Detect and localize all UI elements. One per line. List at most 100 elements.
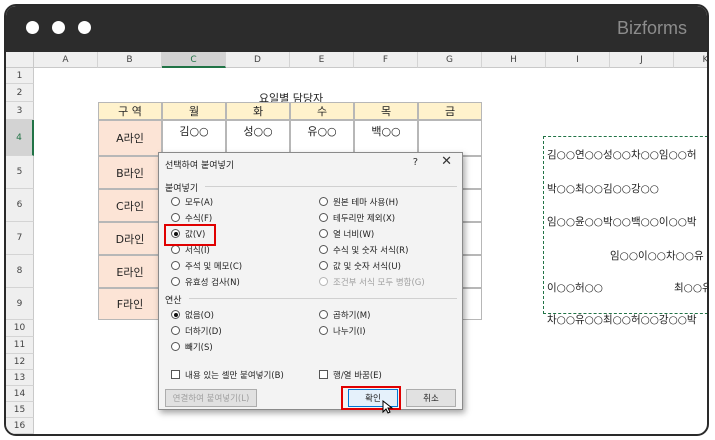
radio-button[interactable] — [171, 326, 180, 335]
radio-button[interactable] — [319, 197, 328, 206]
row-header-16[interactable]: 16 — [6, 418, 34, 434]
checkbox-box[interactable] — [171, 370, 180, 379]
close-icon[interactable]: ✕ — [441, 154, 452, 169]
column-header-d[interactable]: D — [226, 52, 290, 68]
paste-option[interactable]: 수식(F) — [171, 211, 212, 224]
dialog-title: 선택하여 붙여넣기 — [165, 161, 235, 171]
operation-option[interactable]: 더하기(D) — [171, 324, 222, 337]
radio-button[interactable] — [319, 213, 328, 222]
paste-option[interactable]: 주석 및 메모(C) — [171, 259, 242, 272]
row-header-15[interactable]: 15 — [6, 402, 34, 418]
divider — [205, 186, 457, 187]
radio-button[interactable] — [319, 229, 328, 238]
paste-option[interactable]: 테두리만 제외(X) — [319, 211, 395, 224]
paste-option[interactable]: 유효성 검사(N) — [171, 275, 240, 288]
operation-option[interactable]: 곱하기(M) — [319, 308, 370, 321]
paste-option[interactable]: 모두(A) — [171, 195, 213, 208]
highlight-values-option — [164, 224, 216, 246]
radio-button[interactable] — [171, 342, 180, 351]
row-header-17[interactable]: 17 — [6, 434, 34, 436]
row-header-6[interactable]: 6 — [6, 189, 34, 222]
select-all-corner[interactable] — [6, 52, 34, 68]
operation-option[interactable]: 나누기(I) — [319, 324, 366, 337]
radio-button[interactable] — [171, 310, 180, 319]
column-header-a[interactable]: A — [34, 52, 98, 68]
window-dot-3[interactable] — [78, 21, 91, 34]
window-dot-2[interactable] — [52, 21, 65, 34]
day-header[interactable]: 화 — [226, 102, 290, 120]
row-header-3[interactable]: 3 — [6, 102, 34, 120]
column-header-h[interactable]: H — [482, 52, 546, 68]
cancel-button[interactable]: 취소 — [406, 389, 456, 407]
day-header[interactable]: 월 — [162, 102, 226, 120]
row-header-2[interactable]: 2 — [6, 84, 34, 102]
skip-blanks-checkbox[interactable]: 내용 있는 셀만 붙여넣기(B) — [171, 368, 284, 381]
region-label[interactable]: D라인 — [98, 222, 162, 255]
help-icon[interactable]: ? — [413, 157, 418, 168]
column-header-j[interactable]: J — [610, 52, 674, 68]
paste-option[interactable]: 원본 테마 사용(H) — [319, 195, 398, 208]
window-dot-1[interactable] — [26, 21, 39, 34]
paste-section-label: 붙여넣기 — [165, 184, 199, 194]
paste-option-label: 원본 테마 사용(H) — [333, 197, 399, 208]
region-label[interactable]: B라인 — [98, 156, 162, 189]
radio-button[interactable] — [171, 277, 180, 286]
paste-option-label: 테두리만 제외(X) — [333, 213, 396, 224]
column-header-b[interactable]: B — [98, 52, 162, 68]
column-header-c[interactable]: C — [162, 52, 226, 68]
paste-option[interactable]: 값 및 숫자 서식(U) — [319, 259, 401, 272]
row-header-12[interactable]: 12 — [6, 354, 34, 370]
operation-option[interactable]: 빼기(S) — [171, 340, 213, 353]
radio-button[interactable] — [171, 197, 180, 206]
row-header-9[interactable]: 9 — [6, 288, 34, 320]
paste-option-label: 열 너비(W) — [333, 229, 375, 240]
row-header-14[interactable]: 14 — [6, 386, 34, 402]
table-cell[interactable] — [418, 120, 482, 156]
paste-option-label: 조건부 서식 모두 병합(G) — [333, 277, 425, 288]
table-corner-header[interactable]: 구 역 — [98, 102, 162, 120]
operation-option[interactable]: 없음(O) — [171, 308, 214, 321]
radio-button[interactable] — [171, 213, 180, 222]
radio-button[interactable] — [319, 310, 328, 319]
row-header-1[interactable]: 1 — [6, 68, 34, 84]
table-cell[interactable]: 백○○ — [354, 120, 418, 156]
table-cell[interactable]: 유○○ — [290, 120, 354, 156]
radio-button[interactable] — [319, 326, 328, 335]
copy-marquee — [543, 136, 707, 314]
column-header-g[interactable]: G — [418, 52, 482, 68]
region-label[interactable]: C라인 — [98, 189, 162, 222]
day-header[interactable]: 수 — [290, 102, 354, 120]
paste-option[interactable]: 열 너비(W) — [319, 227, 374, 240]
column-header-f[interactable]: F — [354, 52, 418, 68]
transpose-label: 행/열 바꿈(E) — [333, 370, 382, 381]
region-label[interactable]: A라인 — [98, 120, 162, 156]
paste-link-button[interactable]: 연결하여 붙여넣기(L) — [165, 389, 257, 407]
row-header-13[interactable]: 13 — [6, 370, 34, 386]
region-label[interactable]: E라인 — [98, 255, 162, 288]
table-cell[interactable]: 성○○ — [226, 120, 290, 156]
radio-button[interactable] — [171, 261, 180, 270]
radio-button — [319, 277, 328, 286]
region-label[interactable]: F라인 — [98, 288, 162, 320]
transpose-checkbox[interactable]: 행/열 바꿈(E) — [319, 368, 382, 381]
column-header-k[interactable]: K — [674, 52, 707, 68]
column-header-i[interactable]: I — [546, 52, 610, 68]
radio-button[interactable] — [319, 245, 328, 254]
radio-button[interactable] — [171, 245, 180, 254]
row-header-8[interactable]: 8 — [6, 255, 34, 288]
day-header[interactable]: 목 — [354, 102, 418, 120]
row-header-4[interactable]: 4 — [6, 120, 34, 156]
operation-option-label: 없음(O) — [185, 310, 214, 321]
radio-button[interactable] — [319, 261, 328, 270]
paste-option-label: 유효성 검사(N) — [185, 277, 240, 288]
row-header-11[interactable]: 11 — [6, 337, 34, 354]
checkbox-box[interactable] — [319, 370, 328, 379]
paste-option[interactable]: 수식 및 숫자 서식(R) — [319, 243, 408, 256]
row-header-7[interactable]: 7 — [6, 222, 34, 255]
day-header[interactable]: 금 — [418, 102, 482, 120]
divider — [189, 298, 457, 299]
row-header-5[interactable]: 5 — [6, 156, 34, 189]
column-header-e[interactable]: E — [290, 52, 354, 68]
row-header-10[interactable]: 10 — [6, 320, 34, 337]
table-cell[interactable]: 김○○ — [162, 120, 226, 156]
